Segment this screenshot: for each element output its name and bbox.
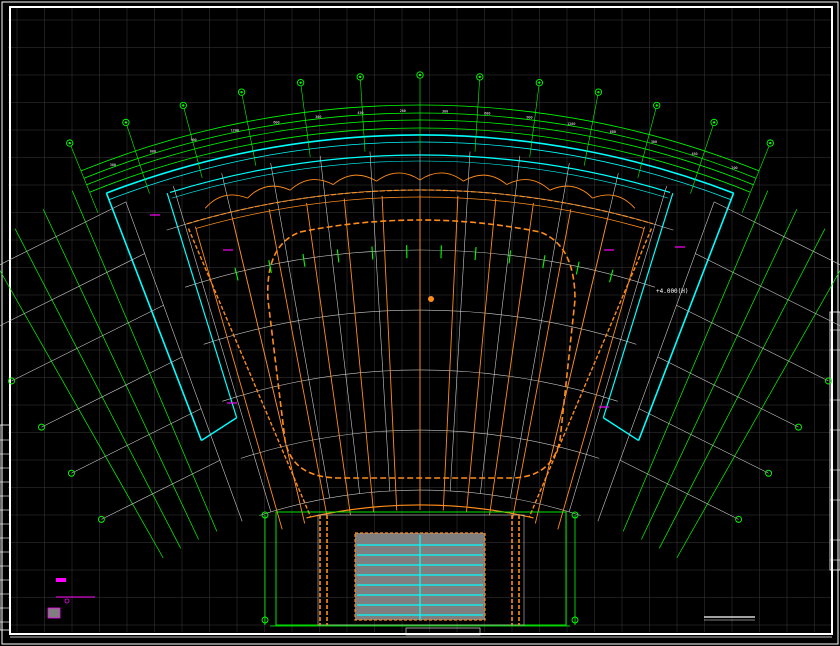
elevation-label: +4.000(H)	[656, 288, 689, 295]
axis-bubble-dot	[538, 81, 541, 84]
dimension-text: 300	[315, 115, 321, 119]
dimension-text: 200	[400, 109, 406, 113]
axis-bubble-dot	[597, 90, 600, 94]
axis-bubble-dot	[299, 81, 302, 84]
axis-bubble-dot	[240, 90, 243, 94]
dimension-text: 600	[150, 150, 156, 154]
dimension-text: 1200	[567, 122, 575, 126]
legend-grey-block	[47, 607, 61, 619]
axis-bubble-dot	[359, 75, 362, 79]
dimension-text: 200	[731, 166, 737, 170]
legend-magenta-swatch	[56, 578, 66, 582]
dimension-text: 450	[691, 152, 697, 156]
dimension-text: 600	[484, 112, 490, 116]
dimension-text: 600	[273, 121, 279, 125]
dimension-text: 600	[610, 130, 616, 134]
axis-bubble-dot	[182, 104, 185, 107]
axis-bubble-dot	[655, 104, 658, 107]
axis-bubble-dot	[418, 73, 422, 77]
dimension-text: 300	[442, 109, 448, 113]
axis-bubble-dot	[124, 121, 128, 124]
axis-bubble-dot	[68, 141, 71, 145]
cad-floor-plan-drawing: 300 600 900 1200 600 300 450 200 300 600 900 1200 60…	[0, 0, 840, 646]
axis-bubble-dot	[712, 121, 716, 124]
dimension-text: 900	[191, 138, 197, 142]
dimension-text: 450	[357, 111, 363, 115]
dimension-text: 1200	[231, 128, 239, 132]
dimension-text: 300	[110, 163, 116, 167]
axis-bubble-dot	[478, 75, 481, 79]
axis-bubble-dot	[769, 141, 772, 145]
dimension-text: 900	[526, 116, 532, 120]
dimension-text: 300	[651, 140, 657, 144]
center-marker	[428, 296, 434, 302]
